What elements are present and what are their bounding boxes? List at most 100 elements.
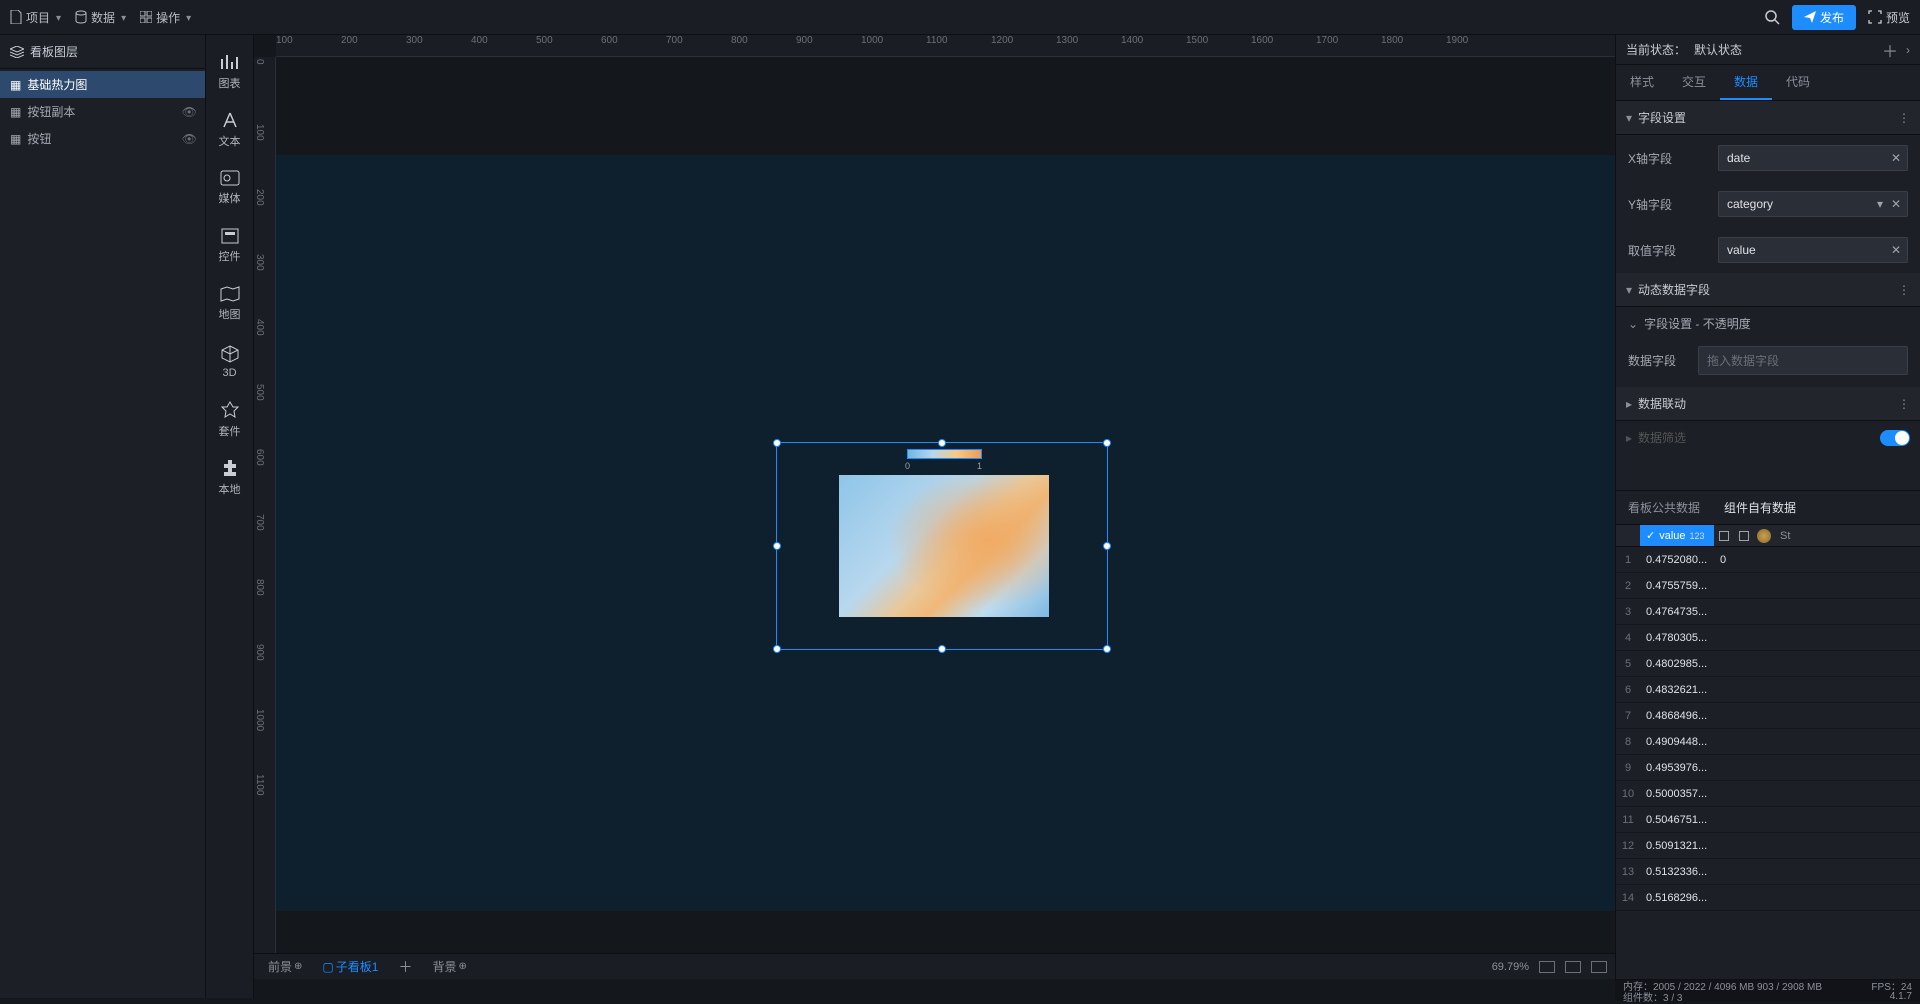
- tool-text[interactable]: 文本: [206, 101, 253, 159]
- section-dynamic[interactable]: ▾ 动态数据字段 ⋮: [1616, 273, 1920, 307]
- section-fields[interactable]: ▾ 字段设置 ⋮: [1616, 101, 1920, 135]
- tab-sub-label: 子看板1: [336, 958, 379, 975]
- tool-chart[interactable]: 图表: [206, 43, 253, 101]
- tab-data[interactable]: 数据: [1720, 65, 1772, 100]
- col-box2-icon[interactable]: [1734, 531, 1754, 541]
- tool-cube[interactable]: 3D: [206, 333, 253, 391]
- layer-item-1[interactable]: ▦按钮副本👁: [0, 98, 205, 125]
- row-value: 0.5091321...: [1640, 840, 1714, 852]
- visibility-icon[interactable]: 👁: [182, 105, 197, 119]
- tab-style[interactable]: 样式: [1616, 65, 1668, 100]
- tool-label: 3D: [222, 367, 236, 379]
- data-row[interactable]: 40.4780305...: [1616, 625, 1920, 651]
- data-row[interactable]: 10.4752080...0: [1616, 547, 1920, 573]
- circle-plus-icon[interactable]: ⊕: [458, 961, 466, 972]
- clear-icon[interactable]: ✕: [1891, 197, 1901, 211]
- clear-icon[interactable]: ✕: [1891, 151, 1901, 165]
- field-value: 取值字段 value ✕: [1616, 227, 1920, 273]
- data-row[interactable]: 20.4755759...: [1616, 573, 1920, 599]
- data-row[interactable]: 30.4764735...: [1616, 599, 1920, 625]
- data-row[interactable]: 90.4953976...: [1616, 755, 1920, 781]
- layer-item-0[interactable]: ▦基础热力图: [0, 71, 205, 98]
- add-state-button[interactable]: ＋: [1882, 38, 1898, 62]
- resize-handle-tm[interactable]: [938, 439, 946, 447]
- add-tab-button[interactable]: ＋: [392, 957, 418, 977]
- resize-handle-br[interactable]: [1103, 645, 1111, 653]
- y-field-input[interactable]: category ▾ ✕: [1718, 191, 1908, 217]
- sub-opacity-head[interactable]: ⌄ 字段设置 - 不透明度: [1626, 307, 1910, 340]
- resize-handle-bm[interactable]: [938, 645, 946, 653]
- row-index: 3: [1616, 606, 1640, 618]
- col-value[interactable]: ✓ value 123: [1640, 525, 1714, 546]
- data-tab-own[interactable]: 组件自有数据: [1712, 491, 1808, 524]
- menu-data[interactable]: 数据: [75, 9, 126, 26]
- tab-background[interactable]: 背景 ⊕: [426, 958, 472, 975]
- chevron-right-icon[interactable]: ›: [1906, 43, 1910, 57]
- view-mode-1-icon[interactable]: [1539, 961, 1555, 973]
- resize-handle-bl[interactable]: [773, 645, 781, 653]
- y-field-value: category: [1727, 197, 1773, 211]
- section-filter[interactable]: ▸ 数据筛选: [1616, 421, 1920, 454]
- x-field-input[interactable]: date ✕: [1718, 145, 1908, 171]
- chevron-down-icon: [54, 10, 61, 24]
- tab-foreground[interactable]: 前景 ⊕: [262, 958, 308, 975]
- menu-project[interactable]: 项目: [10, 9, 61, 26]
- data-rows[interactable]: 10.4752080...020.4755759...30.4764735...…: [1616, 547, 1920, 979]
- layer-item-2[interactable]: ▦按钮👁: [0, 125, 205, 152]
- data-row[interactable]: 110.5046751...: [1616, 807, 1920, 833]
- view-mode-3-icon[interactable]: [1591, 961, 1607, 973]
- resize-handle-ml[interactable]: [773, 542, 781, 550]
- resize-handle-tr[interactable]: [1103, 439, 1111, 447]
- data-row[interactable]: 80.4909448...: [1616, 729, 1920, 755]
- data-row[interactable]: 100.5000357...: [1616, 781, 1920, 807]
- value-field-value: value: [1727, 243, 1756, 257]
- row-index: 11: [1616, 814, 1640, 826]
- dropdown-icon[interactable]: ▾: [1877, 197, 1883, 211]
- publish-button[interactable]: 发布: [1792, 5, 1856, 30]
- tab-interact[interactable]: 交互: [1668, 65, 1720, 100]
- data-row[interactable]: 120.5091321...: [1616, 833, 1920, 859]
- data-field-input[interactable]: 拖入数据字段: [1698, 346, 1908, 375]
- zoom-level[interactable]: 69.79%: [1492, 961, 1529, 973]
- row-extra: 0: [1714, 554, 1774, 566]
- menu-ops-label: 操作: [156, 9, 180, 26]
- col-swirl-icon[interactable]: [1754, 529, 1774, 543]
- publish-label: 发布: [1820, 9, 1844, 26]
- row-value: 0.4868496...: [1640, 710, 1714, 722]
- selected-component[interactable]: 0 1: [776, 442, 1108, 650]
- tool-kit[interactable]: 套件: [206, 391, 253, 449]
- resize-handle-mr[interactable]: [1103, 542, 1111, 550]
- more-icon[interactable]: ⋮: [1898, 397, 1910, 411]
- menu-ops[interactable]: 操作: [140, 9, 191, 26]
- preview-button[interactable]: 预览: [1868, 9, 1910, 26]
- data-row[interactable]: 140.5168296...: [1616, 885, 1920, 911]
- visibility-icon[interactable]: 👁: [182, 132, 197, 146]
- canvas-stage[interactable]: 0 1: [276, 57, 1615, 953]
- resize-handle-tl[interactable]: [773, 439, 781, 447]
- col-box-icon[interactable]: [1714, 531, 1734, 541]
- filter-toggle[interactable]: [1880, 430, 1910, 446]
- data-row[interactable]: 60.4832621...: [1616, 677, 1920, 703]
- row-value: 0.5000357...: [1640, 788, 1714, 800]
- tool-media[interactable]: 媒体: [206, 159, 253, 217]
- view-mode-2-icon[interactable]: [1565, 961, 1581, 973]
- tab-code[interactable]: 代码: [1772, 65, 1824, 100]
- data-row[interactable]: 50.4802985...: [1616, 651, 1920, 677]
- search-icon[interactable]: [1764, 9, 1780, 25]
- more-icon[interactable]: ⋮: [1898, 111, 1910, 125]
- data-tab-public[interactable]: 看板公共数据: [1616, 491, 1712, 524]
- tool-plugin[interactable]: 本地: [206, 449, 253, 507]
- state-value[interactable]: 默认状态: [1694, 41, 1742, 58]
- section-link[interactable]: ▸ 数据联动 ⋮: [1616, 387, 1920, 421]
- circle-plus-icon[interactable]: ⊕: [294, 961, 302, 972]
- more-icon[interactable]: ⋮: [1898, 283, 1910, 297]
- tab-sub-board[interactable]: ▢ 子看板1: [316, 958, 384, 975]
- tool-label: 媒体: [219, 190, 241, 206]
- data-row[interactable]: 70.4868496...: [1616, 703, 1920, 729]
- tool-map[interactable]: 地图: [206, 275, 253, 333]
- data-sub-tabs: 看板公共数据 组件自有数据: [1616, 490, 1920, 525]
- data-row[interactable]: 130.5132336...: [1616, 859, 1920, 885]
- tool-control[interactable]: 控件: [206, 217, 253, 275]
- value-field-input[interactable]: value ✕: [1718, 237, 1908, 263]
- clear-icon[interactable]: ✕: [1891, 243, 1901, 257]
